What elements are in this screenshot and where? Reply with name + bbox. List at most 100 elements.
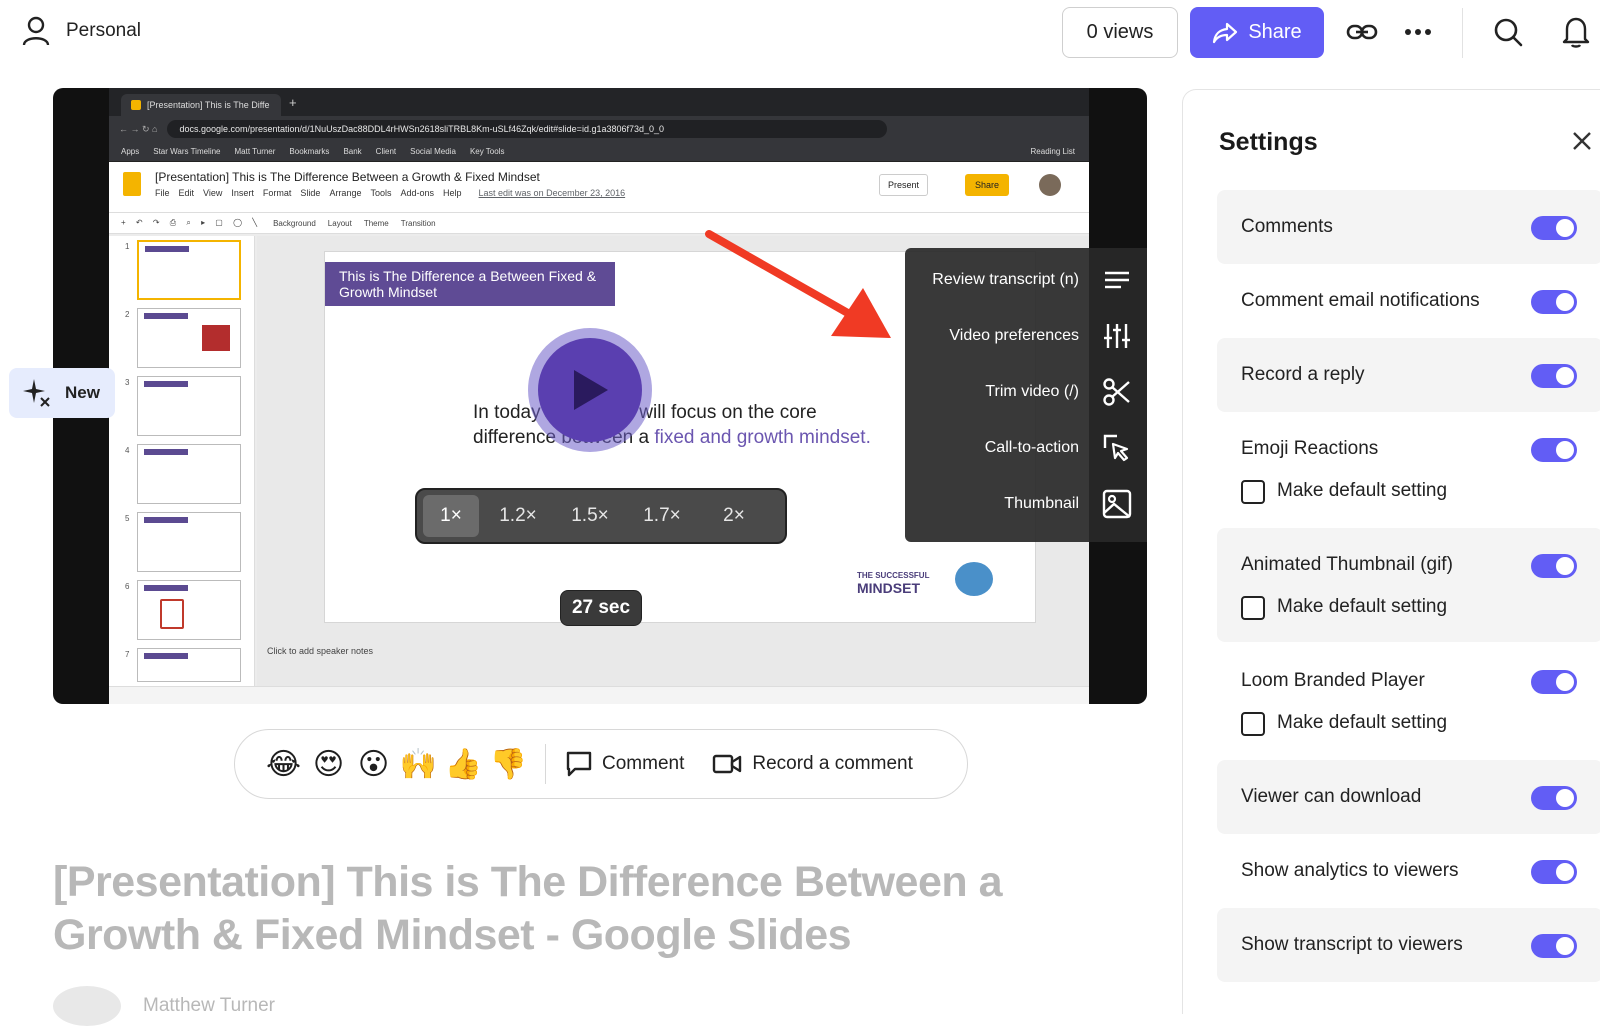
slides-last-edit: Last edit was on December 23, 2016 [478,188,626,198]
setting-label: Show transcript to viewers [1241,934,1463,955]
slide-number: 5 [125,514,130,523]
slides-toolbar-item: Theme [363,218,389,228]
slides-menu-item: Arrange [329,188,362,198]
brain-logo-icon [955,562,993,596]
close-icon[interactable] [1571,130,1593,152]
menu-video-preferences[interactable]: Video preferences [905,308,1147,364]
emoji-thumbs-up[interactable]: 👍 [441,747,486,782]
menu-trim-video[interactable]: Trim video (/) [905,364,1147,420]
slide-thumbnail [137,580,241,640]
workspace-switcher[interactable]: Personal [22,16,141,46]
browser-url: docs.google.com/presentation/d/1NuUszDac… [179,124,665,134]
settings-title: Settings [1219,128,1318,156]
new-badge-label: New [65,383,100,402]
setting-branded-player: Loom Branded Player Make default setting [1217,644,1600,758]
lines-icon [1097,260,1137,300]
record-comment-button[interactable]: Record a comment [712,753,913,775]
author-avatar [53,986,121,1026]
show-analytics-toggle[interactable] [1531,860,1577,884]
branded-player-toggle[interactable] [1531,670,1577,694]
slide-thumbnail [137,648,241,682]
slide-number: 2 [125,310,130,319]
slide-number: 3 [125,378,130,387]
emoji-thumbs-down[interactable]: 👎 [486,747,531,782]
slides-toolbar-icons: + ↶ ↷ ⎙ ⌕ ▸ ▢ ◯ ╲ [121,218,262,227]
video-camera-icon [713,754,742,774]
slides-present-button: Present [879,174,929,196]
notifications-bell-icon[interactable] [1558,14,1594,50]
emoji-surprised[interactable]: 😮 [351,747,396,782]
slides-filmstrip: 1 2 3 4 5 6 7 [109,236,255,686]
slide-thumbnail [137,444,241,504]
slides-share-button: Share [965,174,1010,196]
cursor-icon [1097,428,1137,468]
speed-option-1-2x[interactable]: 1.2× [485,495,551,537]
image-icon [1097,484,1137,524]
slides-favicon-icon [131,100,141,110]
sparkle-icon [23,379,50,407]
comment-button[interactable]: Comment [566,751,684,777]
new-tab-icon: + [289,94,297,110]
slides-toolbar-item: Transition [400,218,436,228]
slide-number: 6 [125,582,130,591]
emoji-reactions-toggle[interactable] [1531,438,1577,462]
make-default-label: Make default setting [1277,480,1448,501]
slides-menu-item: Format [262,188,292,198]
slide-thumbnail [137,308,241,368]
play-icon [574,370,608,410]
workspace-label: Personal [66,20,141,41]
slides-menu-item: File [155,188,170,198]
setting-label: Comments [1241,216,1333,237]
successful-mindset-logo: THE SUCCESSFUL MINDSET [857,571,930,596]
share-label: Share [1248,21,1302,43]
menu-label: Thumbnail [1004,495,1079,512]
reactions-divider [545,744,546,784]
bookmark-item: Reading List [1030,147,1075,156]
new-feature-badge[interactable]: New [9,368,115,418]
video-title[interactable]: [Presentation] This is The Difference Be… [53,856,1153,962]
more-options-icon[interactable] [1400,14,1436,50]
comments-toggle[interactable] [1531,216,1577,240]
emoji-heart-eyes[interactable]: 😍 [306,747,351,782]
slide-thumbnail [137,376,241,436]
browser-tab: [Presentation] This is The Diffe [121,94,281,116]
slides-menu-item: Add-ons [400,188,435,198]
menu-call-to-action[interactable]: Call-to-action [905,420,1147,476]
share-button[interactable]: Share [1190,7,1324,58]
menu-review-transcript[interactable]: Review transcript (n) [905,252,1147,308]
slides-toolbar: + ↶ ↷ ⎙ ⌕ ▸ ▢ ◯ ╲ Background Layout Them… [109,212,1089,234]
views-button[interactable]: 0 views [1062,7,1178,58]
search-icon[interactable] [1490,14,1526,50]
slide-number: 7 [125,650,130,659]
menu-label: Trim video (/) [985,383,1079,400]
emoji-laughing[interactable]: 😂 [261,747,306,782]
play-button[interactable] [528,328,652,452]
setting-label: Comment email notifications [1241,290,1480,311]
slides-menu-bar: File Edit View Insert Format Slide Arran… [155,188,625,198]
branded-default-checkbox[interactable] [1241,712,1265,736]
bookmark-item: Bank [343,147,362,156]
setting-label: Animated Thumbnail (gif) [1241,554,1453,575]
animated-thumbnail-toggle[interactable] [1531,554,1577,578]
emoji-default-checkbox[interactable] [1241,480,1265,504]
menu-label: Video preferences [949,327,1079,344]
speed-option-2x[interactable]: 2× [701,495,767,537]
slide-body-accent: fixed and growth mindset. [654,427,871,448]
link-icon[interactable] [1344,14,1380,50]
thumbnail-default-checkbox[interactable] [1241,596,1265,620]
menu-thumbnail[interactable]: Thumbnail [905,476,1147,532]
speed-option-1x[interactable]: 1× [423,495,479,537]
setting-label: Loom Branded Player [1241,670,1425,691]
viewer-download-toggle[interactable] [1531,786,1577,810]
comment-email-toggle[interactable] [1531,290,1577,314]
user-icon [22,16,50,46]
setting-show-transcript: Show transcript to viewers [1217,908,1600,982]
speed-option-1-7x[interactable]: 1.7× [629,495,695,537]
top-bar: Personal 0 views Share [0,0,1600,66]
record-reply-toggle[interactable] [1531,364,1577,388]
show-transcript-toggle[interactable] [1531,934,1577,958]
emoji-raised-hands[interactable]: 🙌 [396,747,441,782]
bookmark-item: Star Wars Timeline [153,147,221,156]
speed-option-1-5x[interactable]: 1.5× [557,495,623,537]
video-player[interactable]: [Presentation] This is The Diffe + ← → ↻… [53,88,1147,704]
